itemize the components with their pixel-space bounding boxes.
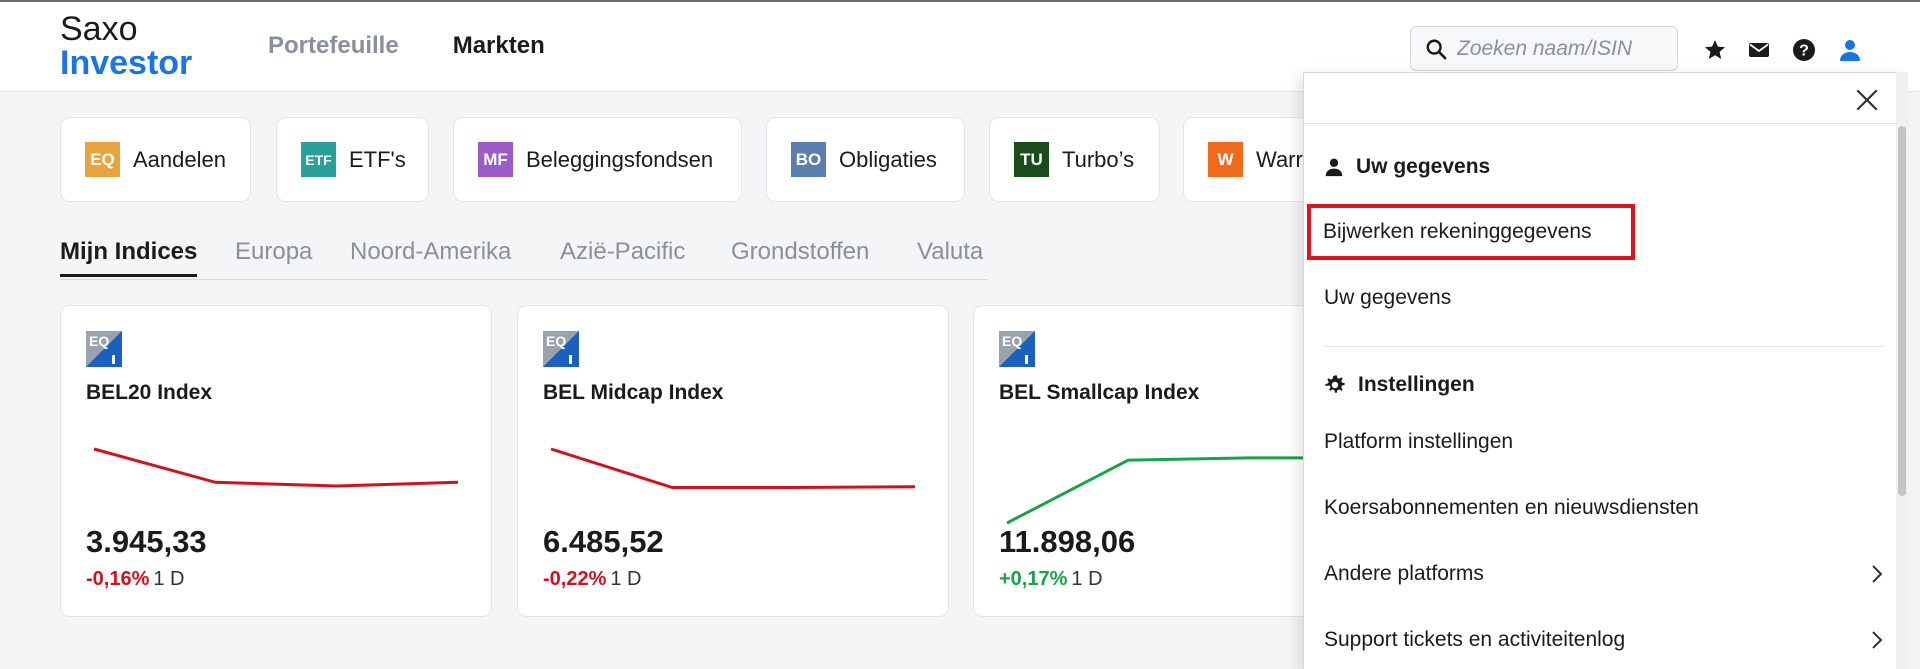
index-price: 6.485,52 [543, 524, 664, 559]
index-period: 1 D [153, 568, 185, 590]
eq-badge-icon: EQ [85, 142, 120, 177]
svg-text:?: ? [1799, 43, 1809, 60]
section-title: Uw gegevens [1356, 155, 1491, 178]
user-icon[interactable] [1838, 38, 1862, 62]
index-name: BEL Midcap Index [543, 381, 724, 404]
sparkline-chart [550, 447, 916, 489]
chip-aandelen[interactable]: EQ Aandelen [60, 117, 251, 202]
menu-item-label: Koersabonnementen en nieuwsdiensten [1324, 496, 1699, 519]
sparkline-line [93, 447, 459, 488]
region-tabs: Mijn Indices Europa Noord-Amerika Azië-P… [60, 236, 987, 280]
index-period: 1 D [1071, 568, 1103, 590]
panel-scrollbar[interactable] [1896, 72, 1908, 669]
menu-item-label: Uw gegevens [1324, 286, 1452, 309]
mail-icon[interactable] [1747, 38, 1771, 62]
gear-icon [1325, 375, 1345, 393]
chip-label: Warr [1256, 146, 1303, 172]
index-name: BEL20 Index [86, 381, 213, 404]
svg-text:EQ: EQ [546, 333, 566, 349]
star-icon[interactable] [1703, 38, 1727, 62]
sparkline-chart [93, 447, 459, 488]
equity-index-icon: EQ [86, 331, 122, 367]
menu-item-andere-platforms[interactable]: Andere platforms [1324, 562, 1884, 586]
chip-label: Turbo’s [1062, 146, 1135, 172]
menu-item-bijwerken-rekeninggegevens[interactable]: Bijwerken rekeninggegevens [1307, 204, 1635, 260]
bo-badge-icon: BO [791, 142, 826, 177]
menu-item-label: Platform instellingen [1324, 430, 1514, 453]
person-icon [1325, 158, 1343, 177]
tab-valuta[interactable]: Valuta [917, 238, 983, 266]
divider [1324, 346, 1884, 347]
chip-turbos[interactable]: TU Turbo’s [989, 117, 1160, 202]
search-input[interactable] [1457, 36, 1677, 61]
chip-label: Obligaties [839, 146, 937, 172]
help-icon[interactable]: ? [1792, 38, 1816, 62]
menu-item-label: Support tickets en activiteitenlog [1324, 628, 1626, 651]
index-card[interactable]: EQ BEL20 Index 3.945,33 -0,16% 1 D [60, 305, 492, 617]
menu-item-uw-gegevens[interactable]: Uw gegevens [1324, 286, 1884, 310]
account-menu-panel: Uw gegevens Bijwerken rekeninggegevens U… [1303, 72, 1904, 669]
tab-noord-amerika[interactable]: Noord-Amerika [350, 238, 511, 266]
index-period: 1 D [610, 568, 642, 590]
search-box[interactable] [1410, 26, 1678, 71]
section-instellingen: Instellingen [1324, 373, 1475, 397]
w-badge-icon: W [1208, 142, 1243, 177]
chip-label: Beleggingsfondsen [526, 146, 714, 172]
menu-item-label: Bijwerken rekeninggegevens [1323, 220, 1592, 243]
index-price: 3.945,33 [86, 524, 207, 559]
logo-line-2: Investor [60, 44, 193, 82]
divider [1304, 123, 1904, 124]
chip-label: Aandelen [133, 146, 226, 172]
tab-azie-pacific[interactable]: Azië-Pacific [560, 238, 685, 266]
svg-text:EQ: EQ [89, 333, 109, 349]
tab-mijn-indices[interactable]: Mijn Indices [60, 238, 198, 277]
saxo-investor-logo[interactable]: Saxo Investor [60, 12, 192, 80]
etf-badge-icon: ETF [301, 142, 336, 177]
menu-item-label: Andere platforms [1324, 562, 1484, 585]
nav-portefeuille[interactable]: Portefeuille [268, 32, 399, 60]
menu-item-support-tickets[interactable]: Support tickets en activiteitenlog [1324, 628, 1884, 652]
tab-europa[interactable]: Europa [235, 238, 312, 266]
index-change: -0,16% [86, 568, 150, 590]
svg-text:EQ: EQ [1002, 333, 1022, 349]
equity-index-icon: EQ [543, 331, 579, 367]
index-change: +0,17% [999, 568, 1068, 590]
menu-item-platform-instellingen[interactable]: Platform instellingen [1324, 430, 1884, 454]
chip-beleggingsfondsen[interactable]: MF Beleggingsfondsen [453, 117, 742, 202]
scrollbar-thumb[interactable] [1898, 126, 1906, 496]
index-price: 11.898,06 [999, 524, 1136, 559]
chip-label: ETF's [349, 146, 406, 172]
close-icon[interactable] [1854, 87, 1880, 113]
search-icon [1426, 39, 1447, 59]
index-name: BEL Smallcap Index [999, 381, 1200, 404]
index-card[interactable]: EQ BEL Midcap Index 6.485,52 -0,22% 1 D [517, 305, 949, 617]
equity-index-icon: EQ [999, 331, 1035, 367]
main-nav: Portefeuille Markten [268, 32, 545, 60]
chevron-right-icon [1872, 565, 1883, 583]
chip-obligaties[interactable]: BO Obligaties [766, 117, 965, 202]
sparkline-line [550, 447, 916, 489]
logo-line-1: Saxo [60, 10, 138, 48]
tu-badge-icon: TU [1014, 142, 1049, 177]
section-uw-gegevens: Uw gegevens [1324, 155, 1490, 179]
chevron-right-icon [1872, 631, 1883, 649]
section-title: Instellingen [1358, 373, 1475, 396]
tab-grondstoffen[interactable]: Grondstoffen [731, 238, 869, 266]
nav-markten[interactable]: Markten [453, 32, 545, 60]
menu-item-koersabonnementen[interactable]: Koersabonnementen en nieuwsdiensten [1324, 496, 1884, 520]
chip-etfs[interactable]: ETF ETF's [276, 117, 429, 202]
mf-badge-icon: MF [478, 142, 513, 177]
index-change: -0,22% [543, 568, 607, 590]
